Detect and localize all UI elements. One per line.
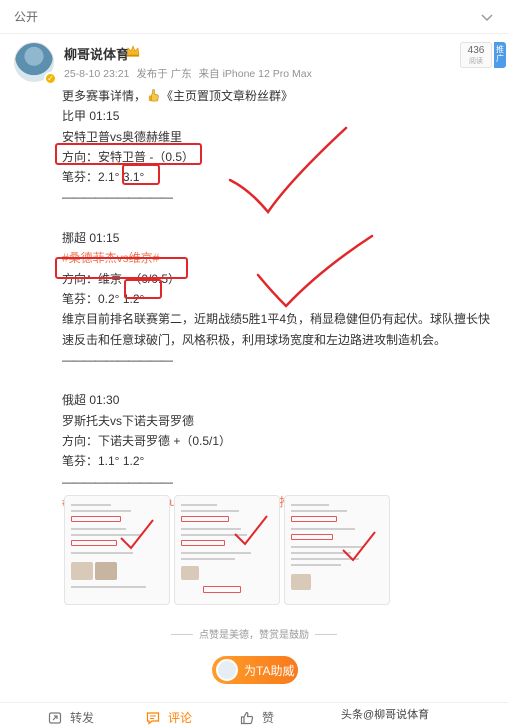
username[interactable]: 柳哥说体育	[64, 44, 129, 63]
red-checkmark-icon	[234, 515, 268, 546]
match2-league-time: 挪超 01:15	[62, 231, 120, 246]
comment-icon	[146, 711, 160, 725]
top-bar: 公开	[0, 0, 508, 34]
post-header: ✓ 柳哥说体育 25-8-10 23:21 发布于 广东 来自 iPhone 1…	[12, 42, 506, 90]
match2-direction: 方向：维京 -（0/0.5）	[62, 271, 181, 286]
pointing-hand-icon	[148, 89, 159, 102]
intro-line: 更多赛事详情， 《主页置顶文章粉丝群》	[62, 86, 502, 106]
match1-direction: 方向：安特卫普 -（0.5）	[62, 149, 195, 164]
encouragement-hint: 点赞是美德，赞赏是鼓励	[0, 626, 508, 641]
like-button[interactable]: 赞	[240, 709, 274, 726]
pinned-article-link[interactable]: 《主页置顶文章粉丝群》	[161, 89, 293, 103]
chevron-down-icon[interactable]	[480, 10, 494, 24]
timestamp: 25-8-10 23:21	[64, 68, 130, 80]
boost-button[interactable]: 为TA助威	[212, 656, 298, 684]
post-meta: 25-8-10 23:21 发布于 广东 来自 iPhone 12 Pro Ma…	[64, 66, 316, 81]
repost-button[interactable]: 转发	[48, 709, 94, 726]
like-label: 赞	[262, 711, 275, 725]
match3-note: 笔芬：1.1° 1.2°	[62, 454, 145, 469]
divider: ——————————	[62, 190, 173, 205]
promote-button[interactable]: 推广	[494, 42, 506, 68]
red-checkmark-icon	[120, 519, 154, 550]
match2-analysis: 维京目前排名联赛第二，近期战绩5胜1平4负，稍显稳健但仍有起伏。球队擅长快速反击…	[62, 312, 491, 347]
image-thumbnail[interactable]	[284, 495, 390, 605]
boost-label: 为TA助威	[244, 663, 295, 678]
avatar	[216, 659, 238, 681]
match3-direction: 方向：下诺夫哥罗德 +（0.5/1）	[62, 434, 232, 449]
image-thumbnail[interactable]	[64, 495, 170, 605]
intro-text: 更多赛事详情，	[62, 89, 147, 103]
match2-note: 笔芬：0.2° 1.2°	[62, 291, 145, 306]
read-count: 436	[467, 45, 485, 56]
thumbs-up-icon	[240, 711, 254, 724]
watermark: 头条@柳哥说体育	[338, 706, 433, 722]
published-location: 发布于 广东	[136, 68, 192, 80]
match3-teams: 罗斯托夫vs下诺夫哥罗德	[62, 413, 195, 428]
match1-note: 笔芬：2.1° 3.1°	[62, 170, 145, 185]
visibility-label[interactable]: 公开	[14, 8, 38, 25]
divider: ——————————	[62, 474, 173, 489]
image-thumbnail[interactable]	[174, 495, 280, 605]
match1-teams: 安特卫普vs奥德赫维里	[62, 129, 183, 144]
match1-league-time: 比甲 01:15	[62, 109, 120, 124]
post-content: 更多赛事详情， 《主页置顶文章粉丝群》 比甲 01:15 安特卫普vs奥德赫维里 …	[62, 86, 502, 512]
device-source: 来自 iPhone 12 Pro Max	[198, 68, 312, 80]
verified-badge-icon: ✓	[44, 72, 57, 85]
match2-topic-link[interactable]: #桑德菲杰vs维京#	[62, 248, 502, 268]
read-count-box: 436 阅读	[460, 42, 492, 68]
hint-text: 点赞是美德，赞赏是鼓励	[199, 630, 309, 641]
repost-label: 转发	[70, 711, 95, 725]
comment-label: 评论	[168, 711, 193, 725]
read-count-label: 阅读	[469, 58, 483, 65]
match3-league-time: 俄超 01:30	[62, 393, 120, 408]
red-checkmark-icon	[342, 531, 376, 562]
crown-icon	[126, 45, 140, 57]
divider: ——————————	[62, 352, 173, 367]
image-thumbnails	[64, 495, 390, 605]
repost-icon	[48, 711, 62, 724]
comment-button[interactable]: 评论	[146, 709, 192, 726]
